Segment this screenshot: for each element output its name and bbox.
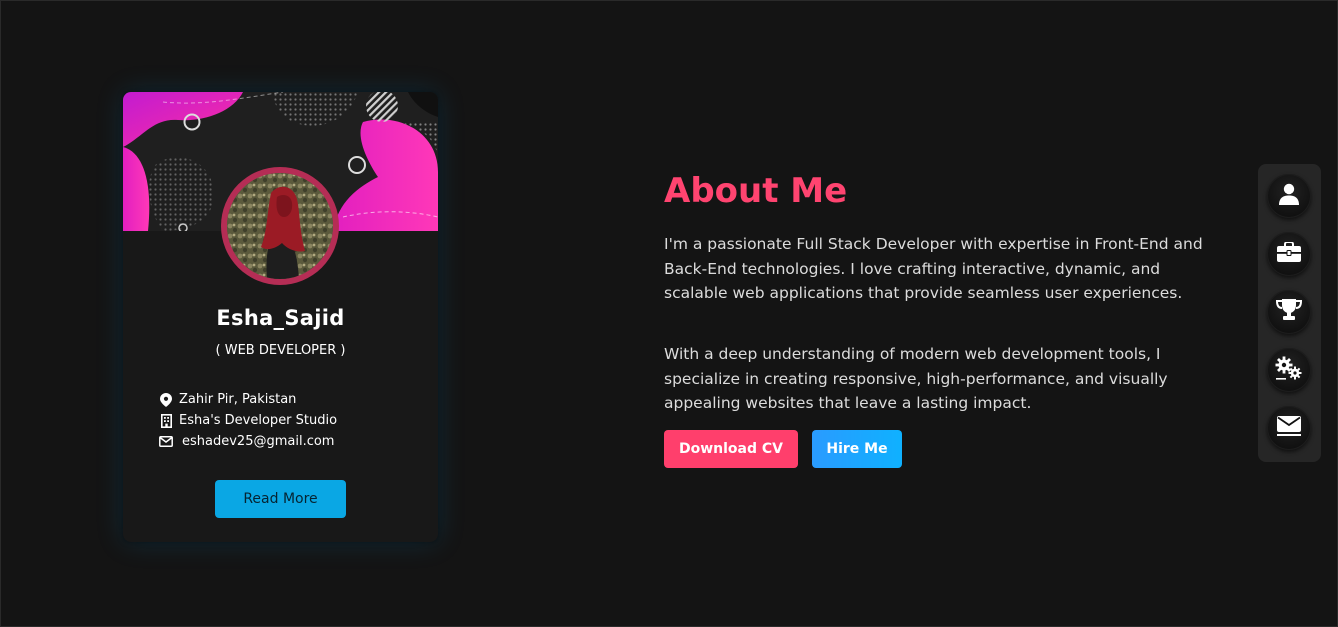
profile-role: ( WEB DEVELOPER ): [215, 343, 346, 358]
about-paragraph-2: With a deep understanding of modern web …: [664, 345, 1168, 412]
location-text: Zahir Pir, Pakistan: [179, 392, 297, 407]
gears-icon: [1275, 356, 1303, 384]
email-text[interactable]: eshadev25@gmail.com: [182, 434, 334, 449]
nav-about-button[interactable]: [1267, 174, 1311, 218]
nav-skills-button[interactable]: [1267, 348, 1311, 392]
user-icon: [1279, 183, 1299, 209]
nav-contact-button[interactable]: [1267, 406, 1311, 450]
briefcase-icon: [1277, 240, 1301, 267]
envelope-icon: [158, 434, 174, 450]
nav-achievements-button[interactable]: [1267, 290, 1311, 334]
profile-card: Esha_Sajid ( WEB DEVELOPER ) Zahir Pir, …: [123, 92, 438, 542]
trophy-icon: [1275, 299, 1303, 325]
avatar-photo: [227, 173, 333, 279]
location-row: Zahir Pir, Pakistan: [158, 389, 428, 410]
building-icon: [158, 413, 174, 429]
avatar: [227, 173, 333, 279]
about-title: About Me: [664, 171, 848, 211]
profile-info-list: Zahir Pir, Pakistan Esha's Developer Stu…: [158, 389, 428, 452]
company-row: Esha's Developer Studio: [158, 410, 428, 431]
read-more-button[interactable]: Read More: [215, 480, 346, 518]
download-cv-button[interactable]: Download CV: [664, 430, 798, 468]
about-paragraph-1: I'm a passionate Full Stack Developer wi…: [664, 235, 1203, 302]
envelope-icon: [1277, 416, 1301, 440]
email-row: eshadev25@gmail.com: [158, 431, 428, 452]
nav-portfolio-button[interactable]: [1267, 232, 1311, 276]
profile-name: Esha_Sajid: [216, 306, 345, 330]
hire-me-button[interactable]: Hire Me: [812, 430, 902, 468]
company-text: Esha's Developer Studio: [179, 413, 338, 428]
map-marker-icon: [158, 392, 174, 408]
avatar-ring: [221, 167, 339, 285]
side-nav: [1258, 164, 1321, 462]
